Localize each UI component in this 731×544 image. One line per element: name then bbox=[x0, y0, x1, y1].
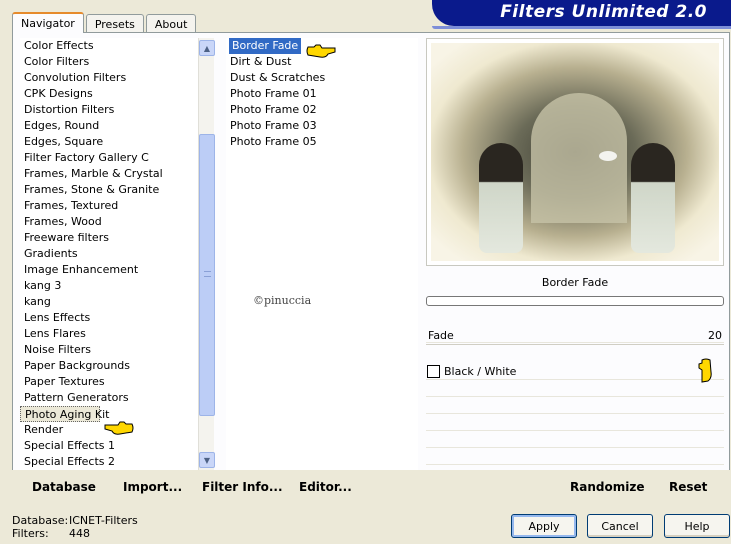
filter-title: Border Fade bbox=[541, 276, 609, 289]
app-title: Filters Unlimited 2.0 bbox=[500, 2, 707, 22]
list-item[interactable]: Freeware filters bbox=[20, 230, 198, 246]
fade-row[interactable]: Fade 20 bbox=[426, 327, 724, 343]
cancel-button[interactable]: Cancel bbox=[587, 514, 653, 538]
list-item[interactable]: Photo Frame 05 bbox=[226, 134, 418, 150]
list-item[interactable]: Frames, Wood bbox=[20, 214, 198, 230]
list-item[interactable]: Photo Frame 03 bbox=[226, 118, 418, 134]
param-row bbox=[426, 449, 724, 465]
tab-about[interactable]: About bbox=[145, 14, 197, 33]
list-item[interactable]: Filter Factory Gallery C bbox=[20, 150, 198, 166]
figure-right bbox=[631, 143, 675, 253]
app-title-banner: Filters Unlimited 2.0 bbox=[432, 0, 731, 29]
list-item[interactable]: Paper Textures bbox=[20, 374, 198, 390]
pointing-hand-icon bbox=[104, 421, 134, 435]
list-item[interactable]: Photo Frame 01 bbox=[226, 86, 418, 102]
reset-button[interactable]: Reset bbox=[669, 480, 707, 494]
param-row bbox=[426, 398, 724, 414]
checkbox-row[interactable]: Black / White bbox=[426, 364, 724, 380]
list-item[interactable]: Color Effects bbox=[20, 38, 198, 54]
list-item[interactable]: kang 3 bbox=[20, 278, 198, 294]
list-item[interactable]: Frames, Stone & Granite bbox=[20, 182, 198, 198]
preview-pane[interactable] bbox=[426, 38, 724, 266]
watermark: ©pinuccia bbox=[253, 294, 312, 307]
progress-bar bbox=[426, 296, 724, 306]
fade-slider[interactable] bbox=[426, 344, 724, 345]
list-item-selected[interactable]: Photo Aging Kit bbox=[20, 406, 109, 422]
bird bbox=[599, 151, 617, 161]
list-item[interactable]: Lens Effects bbox=[20, 310, 198, 326]
database-label: Database: bbox=[12, 514, 69, 527]
list-item[interactable]: Noise Filters bbox=[20, 342, 198, 358]
database-button[interactable]: Database bbox=[32, 480, 96, 494]
list-item[interactable]: Frames, Marble & Crystal bbox=[20, 166, 198, 182]
param-row bbox=[426, 432, 724, 448]
list-item[interactable]: Dust & Scratches bbox=[226, 70, 418, 86]
list-item[interactable]: Special Effects 1 bbox=[20, 438, 198, 454]
status-info: Database:ICNET-Filters Filters: 448 bbox=[12, 514, 138, 540]
list-item[interactable]: Special Effects 2 bbox=[20, 454, 198, 470]
list-item[interactable]: kang bbox=[20, 294, 198, 310]
import-button[interactable]: Import... bbox=[123, 480, 182, 494]
preview-image bbox=[431, 43, 719, 261]
checkbox-label: Black / White bbox=[444, 365, 517, 378]
apply-button[interactable]: Apply bbox=[511, 514, 577, 538]
list-item-selected[interactable]: Border Fade bbox=[229, 38, 302, 54]
list-item[interactable]: Edges, Square bbox=[20, 134, 198, 150]
list-item[interactable]: Image Enhancement bbox=[20, 262, 198, 278]
figure-left bbox=[479, 143, 523, 253]
filters-value: 448 bbox=[69, 527, 90, 540]
list-item[interactable]: CPK Designs bbox=[20, 86, 198, 102]
randomize-button[interactable]: Randomize bbox=[570, 480, 644, 494]
param-row bbox=[426, 381, 724, 397]
list-item[interactable]: Color Filters bbox=[20, 54, 198, 70]
filters-label: Filters: bbox=[12, 527, 49, 540]
filter-list[interactable]: Border Fade Dirt & Dust Dust & Scratches… bbox=[226, 38, 418, 470]
database-value: ICNET-Filters bbox=[69, 514, 138, 527]
scroll-up-button[interactable]: ▲ bbox=[199, 40, 215, 56]
category-list[interactable]: Color Effects Color Filters Convolution … bbox=[20, 38, 198, 470]
param-row bbox=[426, 415, 724, 431]
list-item[interactable]: Frames, Textured bbox=[20, 198, 198, 214]
scroll-thumb[interactable] bbox=[199, 134, 215, 416]
list-item[interactable]: Pattern Generators bbox=[20, 390, 198, 406]
fade-value: 20 bbox=[708, 329, 722, 342]
help-button[interactable]: Help bbox=[664, 514, 730, 538]
list-item[interactable]: Convolution Filters bbox=[20, 70, 198, 86]
list-item[interactable]: Lens Flares bbox=[20, 326, 198, 342]
editor-button[interactable]: Editor... bbox=[299, 480, 352, 494]
list-item[interactable]: Distortion Filters bbox=[20, 102, 198, 118]
list-item[interactable]: Gradients bbox=[20, 246, 198, 262]
pointing-hand-icon bbox=[306, 44, 336, 58]
tab-presets[interactable]: Presets bbox=[85, 14, 144, 33]
fade-label: Fade bbox=[428, 329, 454, 342]
black-white-checkbox[interactable] bbox=[427, 365, 440, 378]
grip-icon bbox=[204, 271, 211, 277]
list-item[interactable]: Edges, Round bbox=[20, 118, 198, 134]
pointing-hand-icon bbox=[698, 358, 712, 383]
tab-navigator[interactable]: Navigator bbox=[12, 12, 84, 33]
list-item[interactable]: Paper Backgrounds bbox=[20, 358, 198, 374]
category-scrollbar[interactable]: ▲ ▼ bbox=[198, 38, 215, 470]
tab-strip: Navigator Presets About bbox=[12, 12, 198, 33]
list-item[interactable]: Photo Frame 02 bbox=[226, 102, 418, 118]
filter-info-button[interactable]: Filter Info... bbox=[202, 480, 283, 494]
scroll-down-button[interactable]: ▼ bbox=[199, 452, 215, 468]
